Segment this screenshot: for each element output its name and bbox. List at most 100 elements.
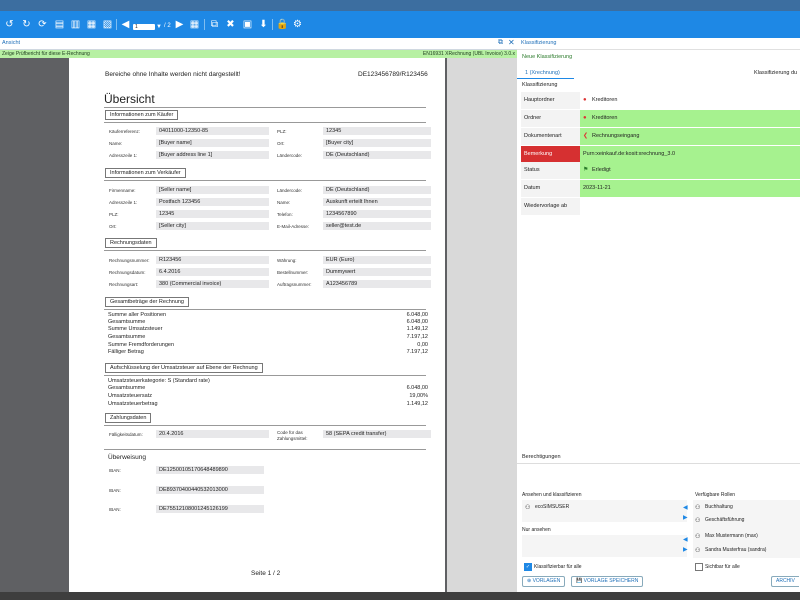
page-dropdown-icon[interactable]: ▼ [156, 24, 162, 30]
close-icon[interactable]: ✕ [508, 38, 515, 47]
row-value-resubmission[interactable] [580, 198, 800, 215]
divider [104, 449, 426, 450]
delete-icon[interactable]: ✖ [225, 19, 236, 30]
row-value-doctype[interactable]: ❮ Rechnungseingang [580, 128, 800, 145]
rotate-left-icon[interactable]: ↺ [4, 19, 15, 30]
classifiable-all-label: Klassifizierbar für alle [534, 564, 582, 570]
move-right-icon[interactable]: ▶ [683, 546, 688, 553]
open-external-icon[interactable]: ⧉ [498, 39, 503, 47]
total-label: Summe Umsatzsteuer [108, 326, 163, 332]
refresh-icon[interactable]: ⟳ [37, 19, 48, 30]
new-classification-link[interactable]: Neue Klassifizierung [522, 54, 572, 60]
label: Fälligkeitsdatum: [109, 432, 143, 437]
total-value: 7.197,12 [406, 334, 428, 340]
label: Name: [109, 141, 123, 146]
document-plus-icon[interactable]: ▦ [86, 19, 97, 30]
total-row: Gesamtsumme 7.197,12 [108, 334, 428, 341]
folder-icon: ● [583, 115, 587, 121]
role-item[interactable]: Max Mustermann (max) [705, 533, 758, 539]
title-bar [0, 0, 800, 11]
classifiable-all-checkbox[interactable]: ✓ [524, 563, 532, 571]
rotate-right-icon[interactable]: ↻ [21, 19, 32, 30]
row-value-date[interactable]: 2023-11-21 [580, 180, 800, 197]
document-icon[interactable]: ▤ [54, 19, 65, 30]
value: DE (Deutschland) [323, 186, 431, 194]
divider [104, 122, 426, 123]
value: 1234567890 [323, 210, 431, 218]
view-classify-list[interactable]: ⚇ ecoSIMSUSER [522, 500, 687, 522]
user-item[interactable]: ecoSIMSUSER [535, 504, 569, 510]
row-value-folder[interactable]: ● Kreditoren [580, 110, 800, 127]
view-only-title: Nur ansehen [522, 527, 551, 533]
group-icon: ⚇ [695, 518, 701, 524]
document-list-icon[interactable]: ▧ [102, 19, 113, 30]
copy-icon[interactable]: ⧉ [209, 19, 220, 30]
value: Auskunft erteilt Ihnen [323, 198, 431, 206]
tab-classification-cut[interactable]: Klassifizierung du [754, 70, 797, 76]
total-value: 7.197,12 [406, 349, 428, 355]
section-vat: Aufschlüsselung der Umsatzsteuer auf Ebe… [105, 363, 263, 373]
vat-row: Umsatzsteuerbetrag 1.149,12 [108, 401, 428, 408]
vat-row: Gesamtsumme 6.048,00 [108, 385, 428, 392]
view-only-list[interactable] [522, 535, 687, 557]
section-invoice: Rechnungsdaten [105, 238, 157, 248]
group-icon: ⚇ [695, 505, 701, 511]
label: Telefon: [277, 212, 293, 217]
value: 58 (SEPA credit transfer) [323, 430, 431, 438]
thumbnails-icon[interactable]: ▦ [189, 19, 200, 30]
settings-icon[interactable]: ⚙ [292, 19, 303, 30]
move-left-icon[interactable]: ◀ [683, 536, 688, 543]
prev-page-icon[interactable]: ◀ [120, 19, 131, 30]
page-input[interactable]: 1 [133, 24, 155, 30]
role-item[interactable]: Geschäftsführung [705, 517, 744, 523]
move-right-icon[interactable]: ▶ [683, 514, 688, 521]
user-icon: ⚇ [695, 548, 701, 554]
save-template-button-label: VORLAGE SPEICHERN [583, 578, 639, 584]
download-icon[interactable]: ⬇ [258, 19, 269, 30]
iban-value: DE12500105170648489890 [156, 466, 264, 474]
label: Name: [277, 200, 291, 205]
flag-icon: ⚑ [583, 167, 589, 173]
lock-icon[interactable]: 🔒 [276, 19, 288, 30]
toolbar-separator [204, 19, 205, 30]
label: Ort: [109, 224, 117, 229]
roles-list[interactable]: ⚇ Buchhaltung ⚇ Geschäftsführung ⚇ Max M… [693, 500, 800, 558]
visible-all-label: Sichtbar für alle [705, 564, 740, 570]
row-value-main-folder[interactable]: ● Kreditoren [580, 92, 800, 109]
visible-all-checkbox[interactable] [695, 563, 703, 571]
templates-button[interactable]: ⊕ VORLAGEN [522, 576, 566, 587]
permissions-title: Berechtigungen [522, 454, 561, 460]
page-footer: Seite 1 / 2 [251, 570, 281, 577]
vat-value: 19,00% [409, 393, 428, 399]
section-seller: Informationen zum Verkäufer [105, 168, 186, 178]
move-left-icon[interactable]: ◀ [683, 504, 688, 511]
archive-button[interactable]: ARCHIV [771, 576, 799, 587]
total-label: Summe aller Positionen [108, 312, 167, 318]
value: [Seller city] [156, 222, 269, 230]
user-icon: ⚇ [695, 534, 701, 540]
divider [104, 250, 426, 251]
role-item[interactable]: Sandra Musterfrau (sandra) [705, 547, 766, 553]
vat-label: Gesamtsumme [108, 385, 146, 391]
document-down-icon[interactable]: ▥ [70, 19, 81, 30]
total-row: Fälliger Betrag 7.197,12 [108, 349, 428, 356]
export-icon[interactable]: ▣ [242, 19, 253, 30]
row-label: Wiedervorlage ab [521, 198, 582, 215]
row-value-remark[interactable]: Purn:xeinkauf.de:kosit:xrechnung_3.0 [580, 146, 800, 162]
report-link[interactable]: Zeige Prüfbericht für diese E-Rechnung [2, 51, 90, 57]
total-value: 6.048,00 [406, 319, 428, 325]
divider [104, 309, 426, 310]
vat-label: Umsatzsteuerbetrag [108, 401, 158, 407]
total-label: Fälliger Betrag [108, 349, 144, 355]
format-label: EN16931 XRechnung (UBL Invoice) 3.0.x [422, 51, 515, 57]
next-page-icon[interactable]: ▶ [174, 19, 185, 30]
viewer-scroll-area[interactable] [447, 58, 517, 592]
row-label: Ordner [521, 110, 582, 127]
save-template-button[interactable]: 💾 VORLAGE SPEICHERN [571, 576, 644, 587]
row-value-status[interactable]: ⚑ Erledigt [580, 162, 800, 179]
value: DE (Deutschland) [323, 151, 431, 159]
label: Rechnungsnummer: [109, 258, 150, 263]
role-item[interactable]: Buchhaltung [705, 504, 733, 510]
vat-label: Umsatzsteuersatz [108, 393, 153, 399]
tab-xrechnung[interactable]: 1 (Xrechnung) [525, 70, 560, 76]
